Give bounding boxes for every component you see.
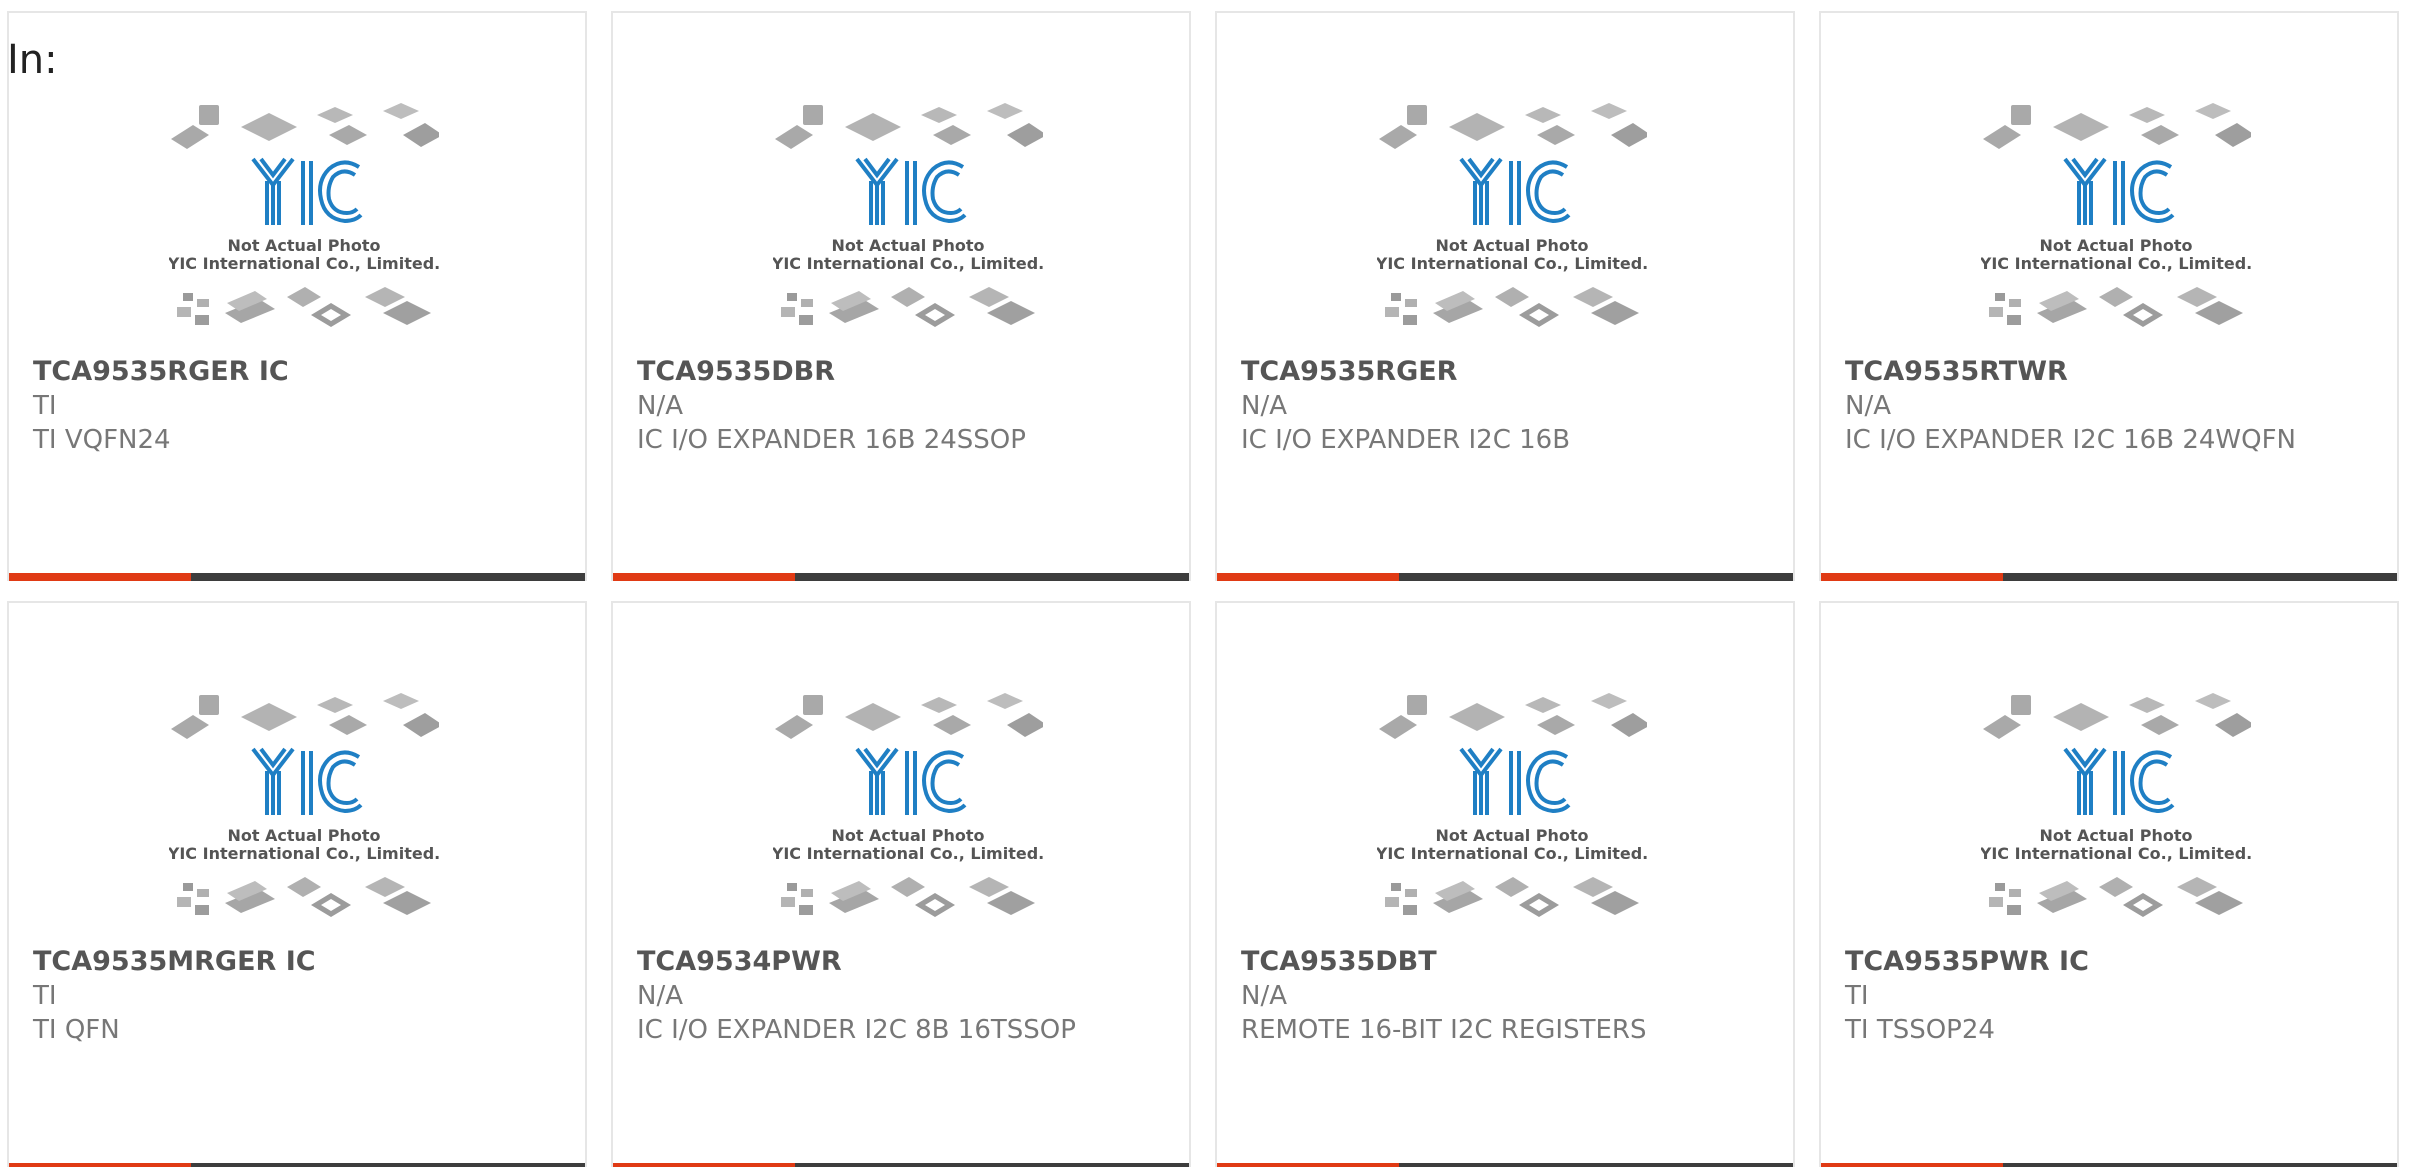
product-image-placeholder: Not Actual Photo YIC International Co., … <box>169 691 439 931</box>
product-grid: Not Actual Photo YIC International Co., … <box>7 11 2401 1167</box>
part-number[interactable]: TCA9535DBR <box>637 355 1165 389</box>
yic-logo-icon <box>855 157 967 225</box>
card-bottom-bar <box>1217 573 1793 581</box>
card-bottom-bar <box>9 573 585 581</box>
placeholder-line1: Not Actual Photo <box>227 826 380 845</box>
placeholder-line2: YIC International Co., Limited. <box>1377 844 1647 863</box>
product-card[interactable]: Not Actual Photo YIC International Co., … <box>1819 11 2399 581</box>
placeholder-line2: YIC International Co., Limited. <box>1981 844 2251 863</box>
description: REMOTE 16-BIT I2C REGISTERS <box>1241 1015 1647 1045</box>
card-accent-bar <box>1217 1163 1399 1167</box>
card-accent-bar <box>1821 1163 2003 1167</box>
card-bottom-bar <box>613 573 1189 581</box>
manufacturer: N/A <box>1241 391 1287 421</box>
card-accent-bar <box>1821 573 2003 581</box>
product-image-placeholder: Not Actual Photo YIC International Co., … <box>773 691 1043 931</box>
placeholder-line2: YIC International Co., Limited. <box>1377 254 1647 273</box>
card-bottom-bar <box>613 1163 1189 1167</box>
product-card[interactable]: Not Actual Photo YIC International Co., … <box>1215 601 1795 1167</box>
card-accent-bar <box>9 573 191 581</box>
yic-logo-icon <box>2063 157 2175 225</box>
chip-icon-group <box>775 693 1043 739</box>
manufacturer: N/A <box>1241 981 1287 1011</box>
placeholder-line1: Not Actual Photo <box>1435 826 1588 845</box>
product-results-page: In: Not Actual Photo YIC International C… <box>0 0 2410 1167</box>
placeholder-line2: YIC International Co., Limited. <box>1981 254 2251 273</box>
product-card[interactable]: Not Actual Photo YIC International Co., … <box>611 11 1191 581</box>
chip-icon-group <box>1379 693 1647 739</box>
description: IC I/O EXPANDER I2C 16B <box>1241 425 1571 455</box>
part-number[interactable]: TCA9535DBT <box>1241 945 1769 979</box>
part-number[interactable]: TCA9535RGER IC <box>33 355 561 389</box>
description: TI VQFN24 <box>33 425 171 455</box>
manufacturer: N/A <box>1845 391 1891 421</box>
chip-icon-group <box>781 287 1035 327</box>
chip-icon-group <box>781 877 1035 917</box>
product-image-placeholder: Not Actual Photo YIC International Co., … <box>169 101 439 341</box>
description: TI QFN <box>33 1015 120 1045</box>
yic-logo-icon <box>1459 747 1571 815</box>
chip-icon-group <box>1379 103 1647 149</box>
placeholder-line1: Not Actual Photo <box>2039 236 2192 255</box>
placeholder-line2: YIC International Co., Limited. <box>169 254 439 273</box>
placeholder-line1: Not Actual Photo <box>831 236 984 255</box>
yic-logo-icon <box>855 747 967 815</box>
part-number[interactable]: TCA9535RTWR <box>1845 355 2373 389</box>
product-image-placeholder: Not Actual Photo YIC International Co., … <box>1377 691 1647 931</box>
card-bottom-bar <box>9 1163 585 1167</box>
card-accent-bar <box>613 573 795 581</box>
chip-icon-group <box>775 103 1043 149</box>
card-accent-bar <box>613 1163 795 1167</box>
card-bottom-bar <box>1217 1163 1793 1167</box>
chip-icon-group <box>1385 877 1639 917</box>
part-number[interactable]: TCA9535MRGER IC <box>33 945 561 979</box>
description: IC I/O EXPANDER 16B 24SSOP <box>637 425 1026 455</box>
card-accent-bar <box>9 1163 191 1167</box>
description: TI TSSOP24 <box>1845 1015 1995 1045</box>
part-number[interactable]: TCA9535RGER <box>1241 355 1769 389</box>
product-card[interactable]: Not Actual Photo YIC International Co., … <box>1819 601 2399 1167</box>
yic-logo-icon <box>251 157 363 225</box>
manufacturer: TI <box>33 391 57 421</box>
description: IC I/O EXPANDER I2C 16B 24WQFN <box>1845 425 2296 455</box>
product-image-placeholder: Not Actual Photo YIC International Co., … <box>1377 101 1647 341</box>
description: IC I/O EXPANDER I2C 8B 16TSSOP <box>637 1015 1076 1045</box>
placeholder-line1: Not Actual Photo <box>227 236 380 255</box>
product-card[interactable]: Not Actual Photo YIC International Co., … <box>1215 11 1795 581</box>
product-card[interactable]: Not Actual Photo YIC International Co., … <box>611 601 1191 1167</box>
filter-label: In: <box>7 37 58 83</box>
product-card[interactable]: Not Actual Photo YIC International Co., … <box>7 11 587 581</box>
chip-icon-group <box>1983 103 2251 149</box>
card-bottom-bar <box>1821 573 2397 581</box>
placeholder-line2: YIC International Co., Limited. <box>169 844 439 863</box>
manufacturer: TI <box>33 981 57 1011</box>
manufacturer: N/A <box>637 981 683 1011</box>
chip-icon-group <box>1385 287 1639 327</box>
placeholder-line1: Not Actual Photo <box>831 826 984 845</box>
chip-icon-group <box>1989 877 2243 917</box>
yic-logo-icon <box>251 747 363 815</box>
chip-icon-group <box>1989 287 2243 327</box>
part-number[interactable]: TCA9535PWR IC <box>1845 945 2373 979</box>
chip-icon-group <box>171 103 439 149</box>
placeholder-line2: YIC International Co., Limited. <box>773 844 1043 863</box>
card-bottom-bar <box>1821 1163 2397 1167</box>
placeholder-line1: Not Actual Photo <box>2039 826 2192 845</box>
chip-icon-group <box>177 877 431 917</box>
yic-logo-icon <box>1459 157 1571 225</box>
placeholder-line2: YIC International Co., Limited. <box>773 254 1043 273</box>
chip-icon-group <box>171 693 439 739</box>
chip-icon-group <box>1983 693 2251 739</box>
product-image-placeholder: Not Actual Photo YIC International Co., … <box>773 101 1043 341</box>
manufacturer: N/A <box>637 391 683 421</box>
product-image-placeholder: Not Actual Photo YIC International Co., … <box>1981 101 2251 341</box>
chip-icon-group <box>177 287 431 327</box>
placeholder-line1: Not Actual Photo <box>1435 236 1588 255</box>
product-card[interactable]: Not Actual Photo YIC International Co., … <box>7 601 587 1167</box>
yic-logo-icon <box>2063 747 2175 815</box>
product-image-placeholder: Not Actual Photo YIC International Co., … <box>1981 691 2251 931</box>
manufacturer: TI <box>1845 981 1869 1011</box>
card-accent-bar <box>1217 573 1399 581</box>
part-number[interactable]: TCA9534PWR <box>637 945 1165 979</box>
